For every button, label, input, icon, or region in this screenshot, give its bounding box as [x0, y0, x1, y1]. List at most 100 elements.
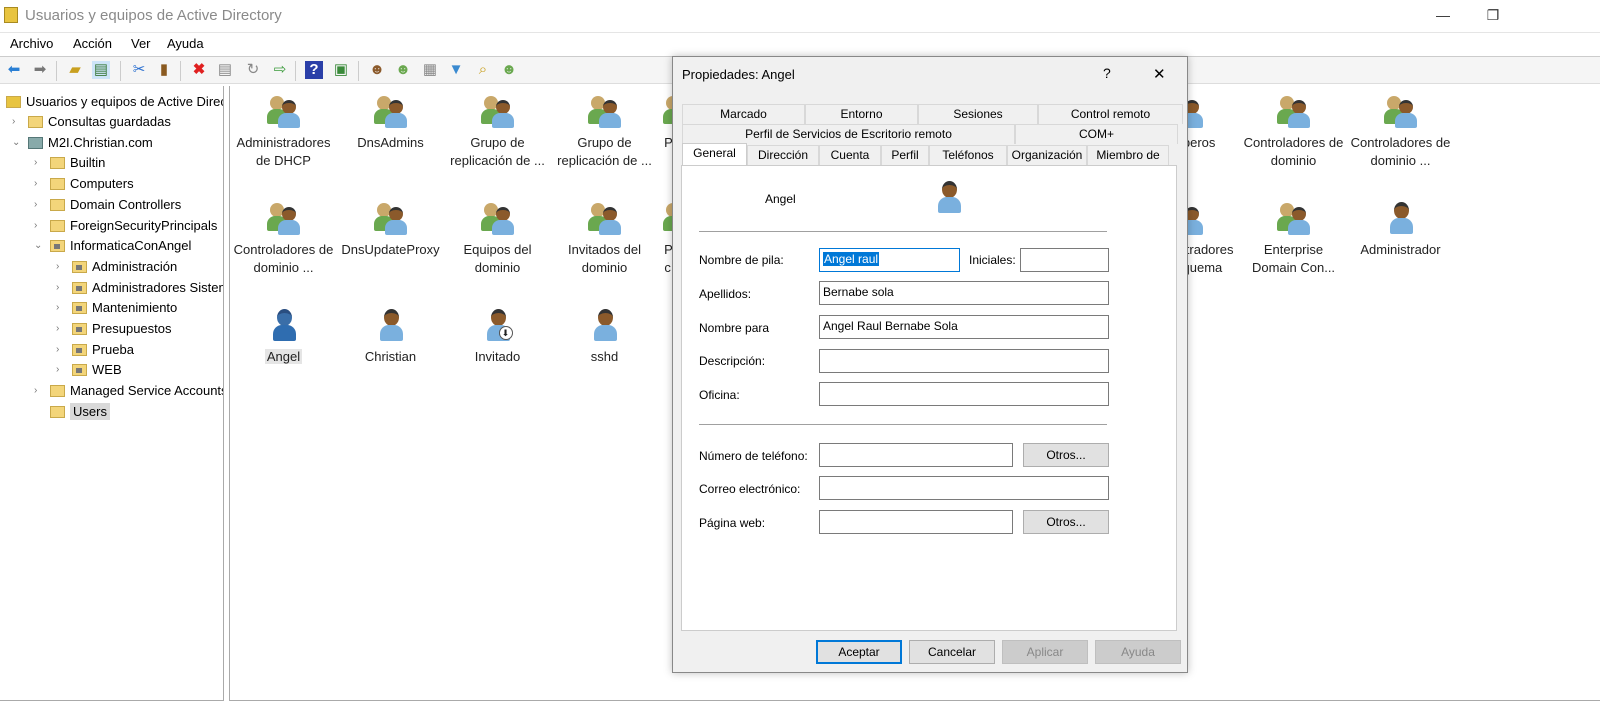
list-item[interactable]: sshd [551, 308, 658, 366]
list-item[interactable]: Controladores de dominio ... [1347, 94, 1454, 170]
menu-ayuda[interactable]: Ayuda [167, 36, 204, 51]
tab-sesiones[interactable]: Sesiones [918, 104, 1038, 124]
help-button[interactable]: ? [1103, 65, 1111, 81]
help-dialog-button[interactable]: Ayuda [1095, 640, 1181, 664]
list-item[interactable]: Controladores de dominio [1240, 94, 1347, 170]
tree-item[interactable]: › Mantenimiento [56, 298, 177, 318]
phone-input[interactable] [819, 443, 1013, 467]
expand-icon[interactable]: ⌄ [34, 236, 42, 256]
export-icon[interactable]: ⇨ [271, 61, 289, 79]
tree-item[interactable]: › Managed Service Accounts [34, 381, 223, 401]
add-to-group-icon[interactable]: ☻ [500, 61, 518, 79]
tree-item[interactable]: › Administradores Sistemas [56, 278, 223, 298]
list-item[interactable]: Equipos del dominio [444, 201, 551, 277]
initials-input[interactable] [1020, 248, 1109, 272]
tab-marcado[interactable]: Marcado [682, 104, 805, 124]
apply-button[interactable]: Aplicar [1002, 640, 1088, 664]
list-item[interactable]: Grupo de replicación de ... [551, 94, 658, 170]
list-item[interactable]: Angel [230, 308, 337, 366]
console-tree-icon[interactable]: ▤ [92, 61, 110, 79]
delete-icon[interactable]: ✖ [190, 61, 208, 79]
tab-general[interactable]: General [682, 143, 747, 165]
tree-item[interactable]: ⌄ M2I.Christian.com [12, 133, 153, 153]
expand-icon[interactable]: › [34, 216, 37, 236]
expand-icon[interactable]: › [56, 360, 59, 380]
help-icon[interactable]: ? [305, 61, 323, 79]
list-item[interactable]: ⬇ Invitado [444, 308, 551, 366]
expand-icon[interactable]: ⌄ [12, 133, 20, 153]
tab-control-remoto[interactable]: Control remoto [1038, 104, 1183, 124]
tree-item[interactable]: › Domain Controllers [34, 195, 181, 215]
new-user-icon[interactable]: ☻ [368, 61, 386, 79]
up-folder-icon[interactable]: ▰ [66, 61, 84, 79]
tab-perfil[interactable]: Perfil [881, 145, 929, 165]
list-item[interactable]: Grupo de replicación de ... [444, 94, 551, 170]
list-item[interactable]: Administrador [1347, 201, 1454, 259]
expand-icon[interactable]: › [34, 195, 37, 215]
display-name-input[interactable]: Angel Raul Bernabe Sola [819, 315, 1109, 339]
list-item[interactable]: Christian [337, 308, 444, 366]
properties-icon[interactable]: ▤ [216, 61, 234, 79]
tree-item[interactable]: › Presupuestos [56, 319, 172, 339]
cancel-button[interactable]: Cancelar [909, 640, 995, 664]
phone-other-button[interactable]: Otros... [1023, 443, 1109, 467]
action-pane-icon[interactable]: ▣ [332, 61, 350, 79]
back-icon[interactable]: ⬅ [5, 61, 23, 79]
new-group-icon[interactable]: ☻ [394, 61, 412, 79]
last-name-input[interactable]: Bernabe sola [819, 281, 1109, 305]
tab-perfil-de-servicios-de-escritorio-remoto[interactable]: Perfil de Servicios de Escritorio remoto [682, 124, 1015, 144]
list-item[interactable]: DnsUpdateProxy [337, 201, 444, 259]
web-input[interactable] [819, 510, 1013, 534]
expand-icon[interactable]: › [56, 298, 59, 318]
list-item[interactable]: DnsAdmins [337, 94, 444, 152]
list-item[interactable]: Controladores de dominio ... [230, 201, 337, 277]
tree-item[interactable]: › Builtin [34, 153, 105, 173]
menu-accion[interactable]: Acción [73, 36, 112, 51]
email-input[interactable] [819, 476, 1109, 500]
tree-item[interactable]: › Prueba [56, 340, 134, 360]
list-item[interactable]: Enterprise Domain Con... [1240, 201, 1347, 277]
expand-icon[interactable]: › [34, 381, 37, 401]
filter-icon[interactable]: ▼ [447, 61, 465, 79]
refresh-icon[interactable]: ↻ [244, 61, 262, 79]
tab-direcci-n[interactable]: Dirección [747, 145, 819, 165]
tree-item[interactable]: › Computers [34, 174, 134, 194]
web-other-button[interactable]: Otros... [1023, 510, 1109, 534]
tab-miembro-de[interactable]: Miembro de [1087, 145, 1169, 165]
new-ou-icon[interactable]: ▦ [421, 61, 439, 79]
expand-icon[interactable]: › [56, 257, 59, 277]
expand-icon[interactable]: › [34, 153, 37, 173]
tree-root[interactable]: Usuarios y equipos de Active Directory [6, 92, 223, 112]
cut-icon[interactable]: ✂ [130, 61, 148, 79]
tree-item[interactable]: › WEB [56, 360, 122, 380]
tab-entorno[interactable]: Entorno [805, 104, 918, 124]
expand-icon[interactable]: › [56, 340, 59, 360]
paste-icon[interactable]: ▮ [155, 61, 173, 79]
expand-icon[interactable]: › [56, 278, 59, 298]
restore-button[interactable]: ❐ [1478, 4, 1508, 26]
forward-icon[interactable]: ➡ [31, 61, 49, 79]
expand-icon[interactable]: › [12, 112, 15, 132]
list-item[interactable]: Administradores de DHCP [230, 94, 337, 170]
tree-item[interactable]: Users [50, 402, 110, 422]
expand-icon[interactable]: › [34, 174, 37, 194]
tab-cuenta[interactable]: Cuenta [819, 145, 881, 165]
minimize-button[interactable]: — [1428, 4, 1458, 26]
close-button[interactable]: ✕ [1153, 65, 1166, 83]
tab-tel-fonos[interactable]: Teléfonos [929, 145, 1007, 165]
menu-archivo[interactable]: Archivo [10, 36, 53, 51]
tree-item[interactable]: › Administración [56, 257, 177, 277]
find-icon[interactable]: ⌕ [474, 61, 492, 79]
tree-item[interactable]: › ForeignSecurityPrincipals [34, 216, 217, 236]
description-input[interactable] [819, 349, 1109, 373]
list-item[interactable]: Invitados del dominio [551, 201, 658, 277]
office-input[interactable] [819, 382, 1109, 406]
ok-button[interactable]: Aceptar [816, 640, 902, 664]
tab-com-[interactable]: COM+ [1015, 124, 1178, 144]
tree-item[interactable]: ⌄ InformaticaConAngel [34, 236, 191, 256]
tab-organizaci-n[interactable]: Organización [1007, 145, 1087, 165]
menu-ver[interactable]: Ver [131, 36, 151, 51]
tree-item[interactable]: › Consultas guardadas [12, 112, 171, 132]
expand-icon[interactable]: › [56, 319, 59, 339]
first-name-input[interactable]: Angel raul [819, 248, 960, 272]
